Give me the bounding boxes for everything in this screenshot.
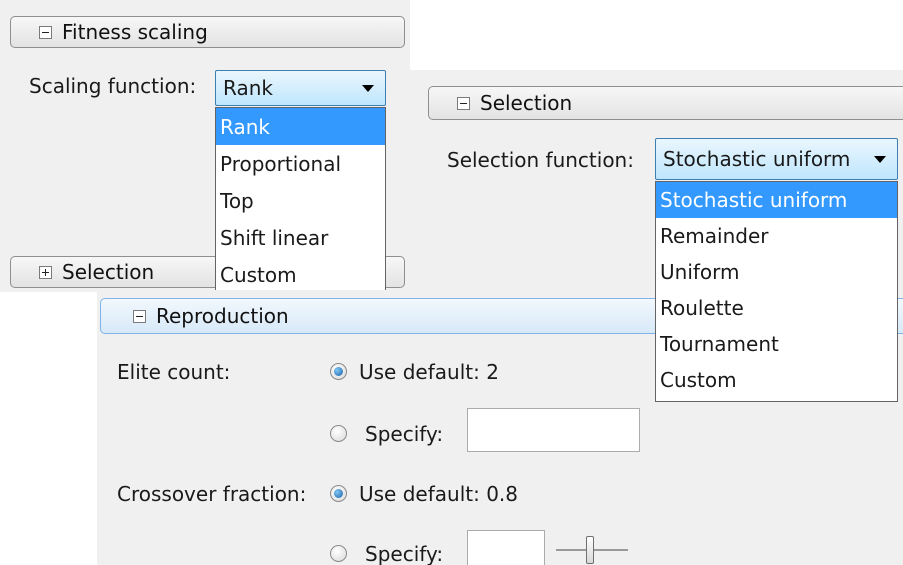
slider-thumb[interactable] (586, 536, 594, 564)
dropdown-option[interactable]: Remainder (656, 218, 897, 254)
scaling-function-label: Scaling function: (29, 74, 197, 98)
selection-header[interactable]: Selection (428, 86, 903, 120)
dropdown-option[interactable]: Rank (216, 108, 385, 145)
dropdown-option[interactable]: Tournament (656, 326, 897, 362)
elite-specify-radio[interactable] (330, 425, 347, 442)
crossover-fraction-label: Crossover fraction: (117, 482, 307, 506)
elite-default-radio[interactable] (330, 363, 347, 380)
collapse-icon (39, 25, 52, 39)
selection-function-select[interactable]: Stochastic uniform (655, 138, 898, 180)
dropdown-option[interactable]: Uniform (656, 254, 897, 290)
chevron-down-icon (362, 85, 374, 92)
selection-title: Selection (480, 91, 573, 115)
fitness-scaling-header[interactable]: Fitness scaling (10, 16, 405, 48)
dropdown-option[interactable]: Top (216, 182, 385, 219)
crossover-specify-radio[interactable] (330, 545, 347, 562)
elite-specify-label: Specify: (365, 422, 444, 446)
dropdown-option[interactable]: Custom (216, 256, 385, 292)
scaling-function-dropdown: Rank Proportional Top Shift linear Custo… (215, 107, 386, 292)
crossover-default-radio[interactable] (330, 485, 347, 502)
chevron-down-icon (874, 156, 886, 163)
fitness-scaling-title: Fitness scaling (62, 20, 208, 44)
dropdown-option[interactable]: Stochastic uniform (656, 182, 897, 218)
collapse-icon (133, 309, 146, 323)
dropdown-option[interactable]: Proportional (216, 145, 385, 182)
expand-icon (39, 265, 52, 279)
crossover-specify-label: Specify: (365, 542, 444, 565)
dropdown-option[interactable]: Custom (656, 362, 897, 398)
elite-default-label: Use default: 2 (359, 360, 499, 384)
reproduction-title: Reproduction (156, 304, 289, 328)
scaling-function-select[interactable]: Rank (215, 70, 386, 106)
crossover-fraction-slider[interactable] (556, 534, 628, 565)
crossover-default-label: Use default: 0.8 (359, 482, 518, 506)
fitness-scaling-panel: Fitness scaling Scaling function: Rank S… (0, 0, 410, 292)
dropdown-option[interactable]: Roulette (656, 290, 897, 326)
selection-collapsed-title: Selection (62, 260, 155, 284)
dropdown-option[interactable]: Shift linear (216, 219, 385, 256)
selection-function-value: Stochastic uniform (663, 147, 851, 171)
selection-function-dropdown: Stochastic uniform Remainder Uniform Rou… (655, 181, 898, 402)
crossover-fraction-input[interactable] (467, 530, 545, 565)
selection-function-label: Selection function: (447, 148, 634, 172)
elite-count-label: Elite count: (117, 360, 231, 384)
elite-count-input[interactable] (467, 408, 640, 452)
collapse-icon (457, 96, 470, 110)
scaling-function-value: Rank (223, 76, 273, 100)
